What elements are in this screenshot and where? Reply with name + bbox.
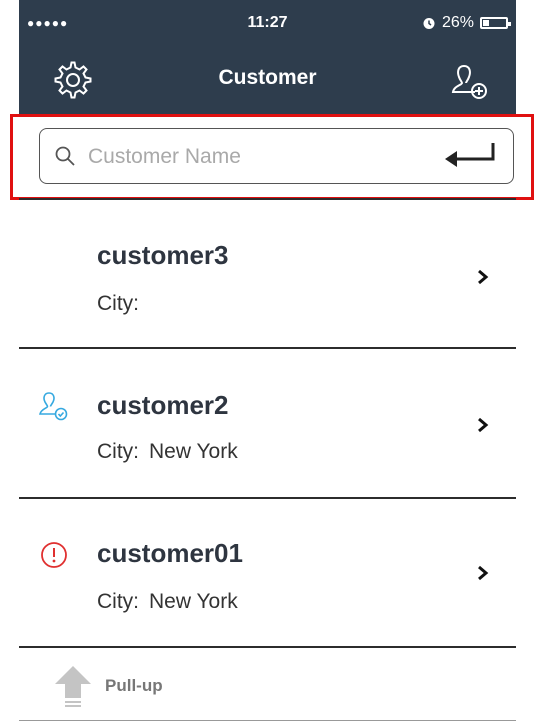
arrow-up-icon — [55, 666, 91, 707]
status-bar: ●●●●● 11:27 26% — [19, 0, 516, 46]
battery-fill — [483, 20, 489, 26]
user-check-icon — [39, 392, 68, 421]
list-item-customer01[interactable]: customer01 City: New York — [19, 510, 516, 650]
nav-bar: Customer — [19, 46, 516, 114]
divider — [19, 720, 516, 721]
search-icon — [55, 146, 75, 166]
divider — [19, 198, 516, 200]
pull-up-indicator: Pull-up — [19, 648, 516, 720]
alert-circle-icon — [41, 542, 67, 568]
list-item-customer2[interactable]: customer2 City: New York — [19, 360, 516, 500]
battery-percentage: 26% — [441, 14, 474, 31]
chevron-right-icon — [478, 269, 489, 285]
customer-name: customer01 — [97, 538, 243, 568]
list-item-customer3[interactable]: customer3 City: — [19, 210, 516, 350]
city-label: City: — [97, 292, 139, 315]
pull-up-label: Pull-up — [105, 676, 163, 695]
enter-icon[interactable] — [443, 141, 497, 171]
search-input[interactable] — [86, 129, 440, 184]
divider — [19, 347, 516, 349]
city-label: City: — [97, 590, 139, 613]
battery-tip — [508, 22, 511, 26]
status-right: 26% — [422, 14, 511, 32]
city-value: New York — [149, 440, 238, 463]
city-value: New York — [149, 590, 238, 613]
add-user-icon[interactable] — [448, 58, 492, 102]
divider — [19, 497, 516, 499]
page-title: Customer — [218, 66, 317, 89]
chevron-right-icon — [478, 565, 489, 581]
phone-screen: ●●●●● 11:27 26% Customer Customer Name c… — [10, 0, 534, 728]
battery-icon — [480, 17, 511, 29]
alarm-icon — [423, 18, 435, 29]
city-label: City: — [97, 440, 139, 463]
customer-name: customer3 — [97, 240, 229, 270]
chevron-right-icon — [478, 417, 489, 433]
customer-name: customer2 — [97, 390, 229, 420]
customer-city: City: — [97, 292, 159, 316]
customer-city: City: New York — [97, 440, 248, 464]
search-box[interactable] — [39, 128, 514, 184]
customer-city: City: New York — [97, 590, 248, 614]
